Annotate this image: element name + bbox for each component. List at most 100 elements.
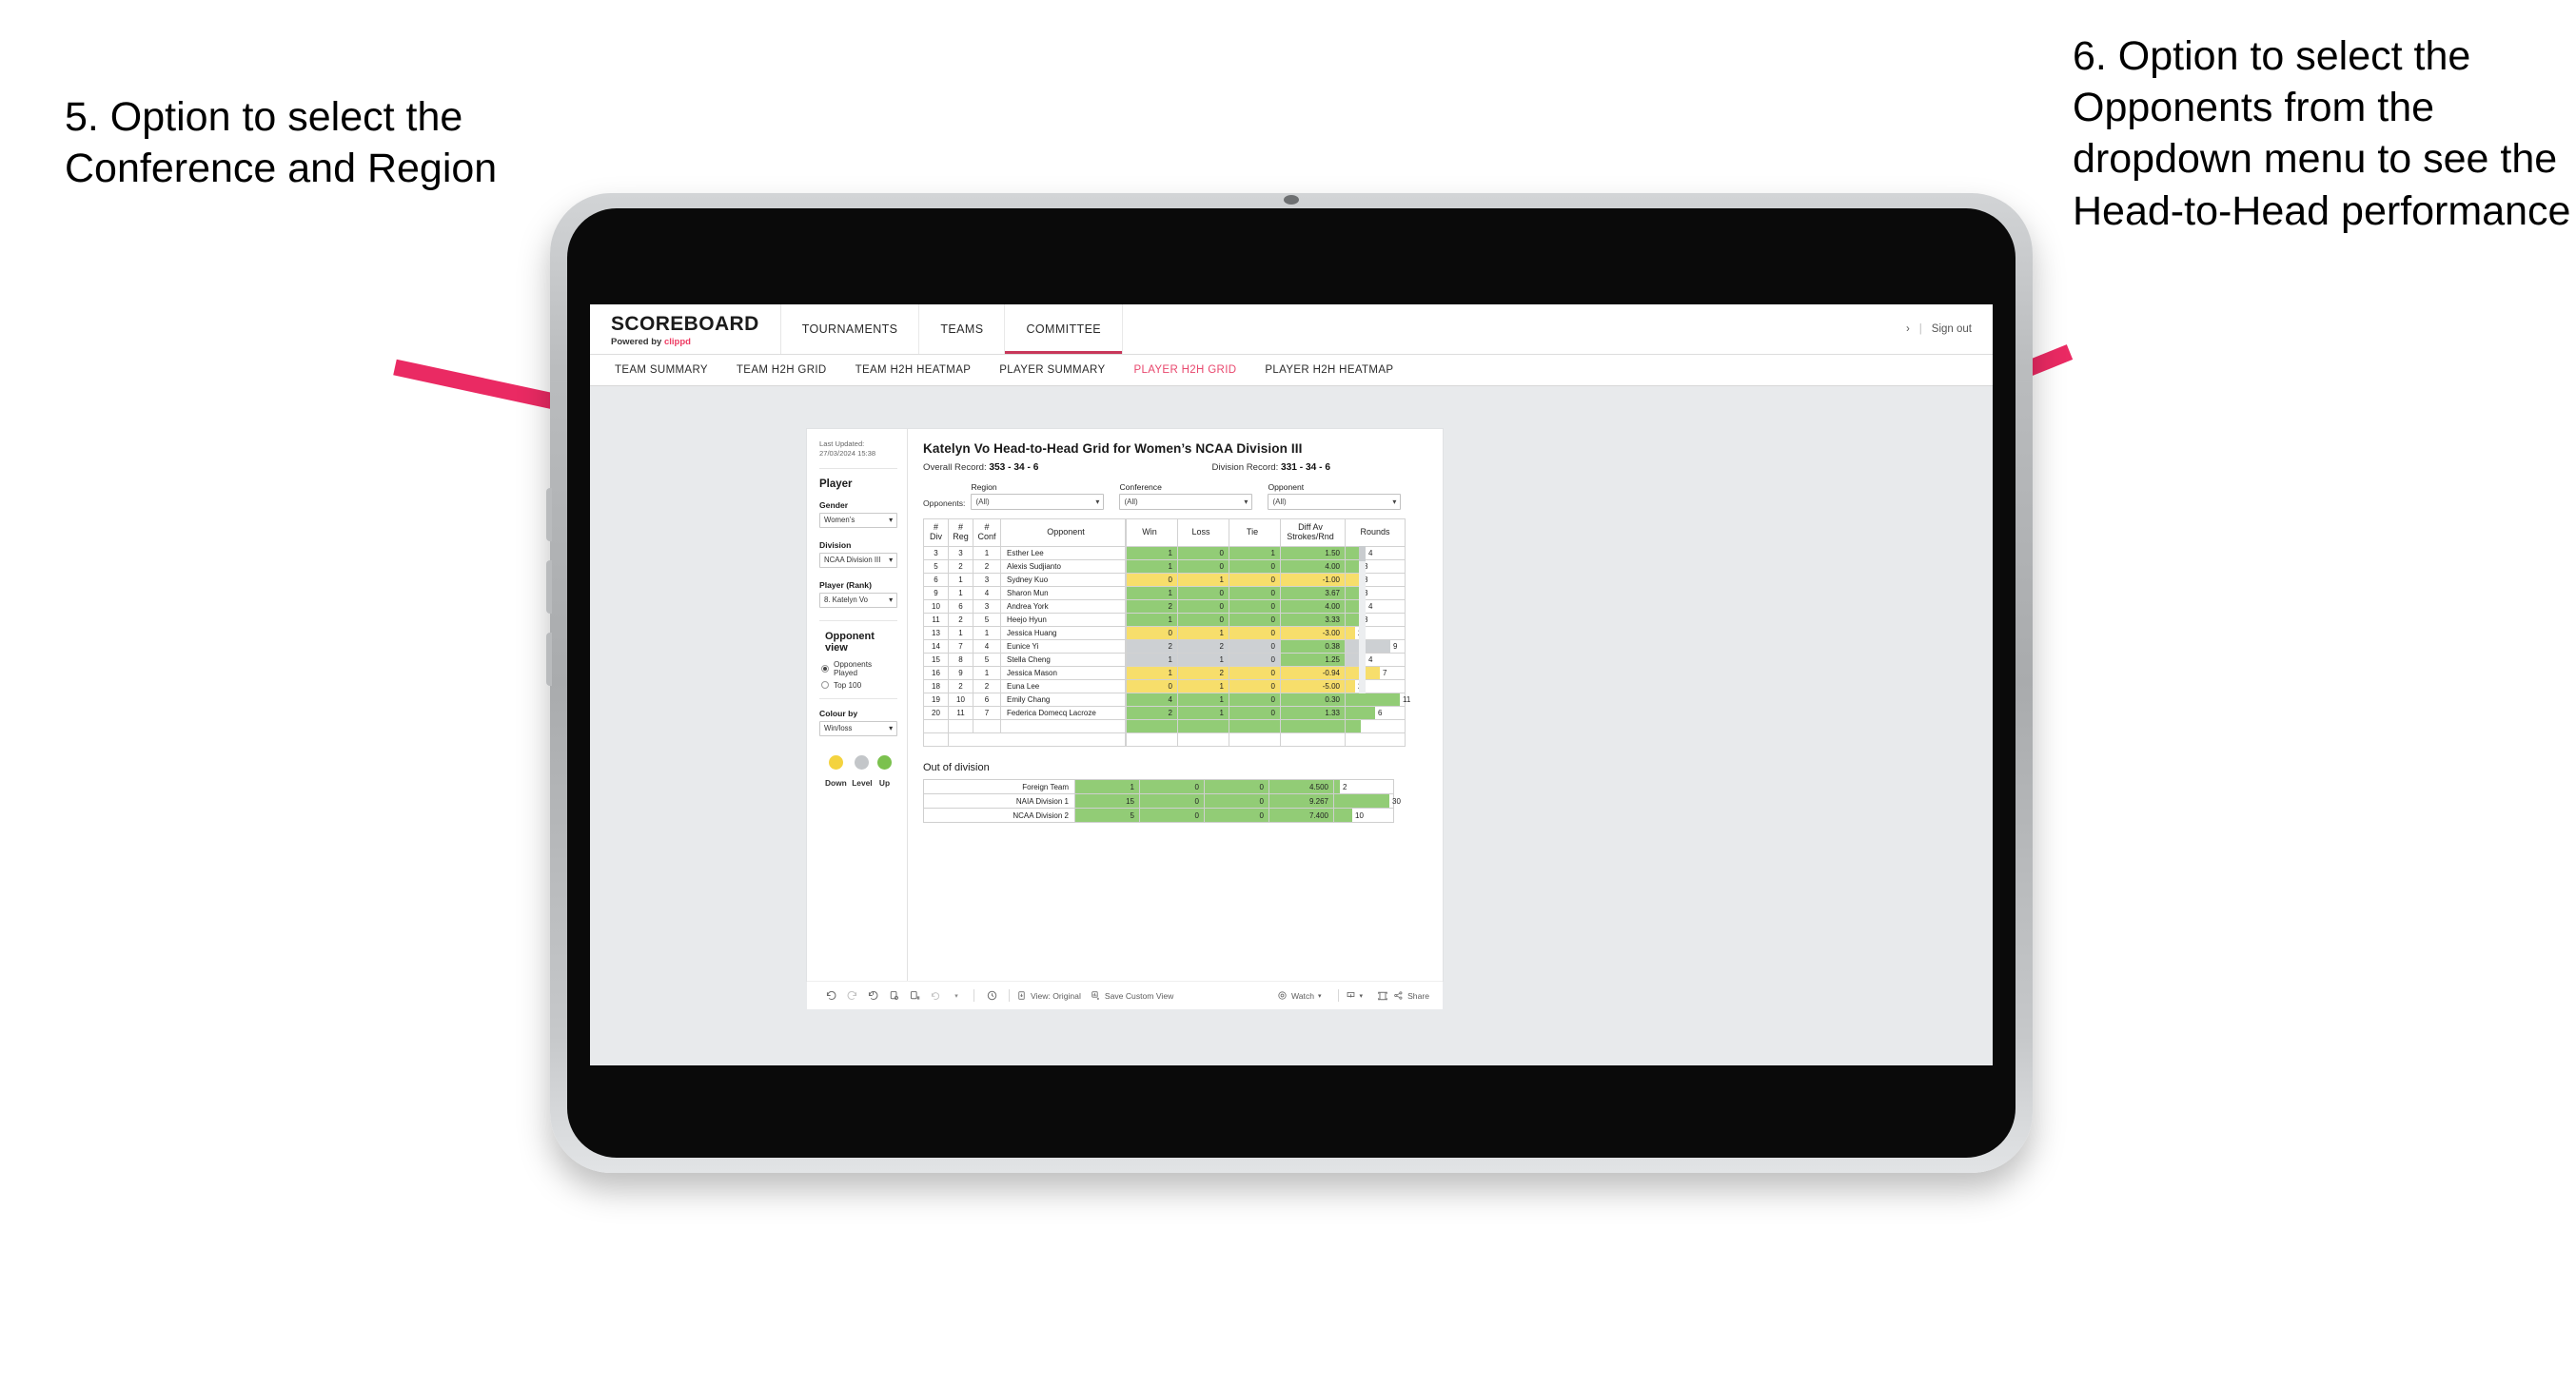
cell-reg: 6 [948, 599, 973, 614]
cell-blank [1177, 732, 1229, 747]
cell-reg: 11 [948, 706, 973, 720]
sign-out-link[interactable]: Sign out [1932, 323, 1972, 335]
save-icon [1091, 991, 1099, 1000]
sidebar-divider-1 [819, 467, 897, 469]
rounds-value: 7 [1383, 669, 1387, 677]
cell-diff: 1.33 [1280, 706, 1346, 720]
col-reg-l2: Reg [953, 532, 969, 541]
radio-top-100[interactable]: Top 100 [821, 681, 897, 690]
player-rank-value: 8. Katelyn Vo [824, 595, 868, 604]
watch-icon [1278, 991, 1287, 1000]
cell-rounds: 2 [1345, 679, 1406, 693]
tab-player-summary[interactable]: PLAYER SUMMARY [999, 364, 1105, 376]
overall-record-value: 353 - 34 - 6 [989, 462, 1039, 473]
cell-opponent: Eunice Yi [1000, 639, 1127, 654]
col-rounds-label: Rounds [1360, 527, 1390, 537]
cell-rounds: 2 [1345, 626, 1406, 640]
tab-player-h2h-heatmap[interactable]: PLAYER H2H HEATMAP [1265, 364, 1393, 376]
division-select[interactable]: NCAA Division III ▾ [819, 552, 897, 568]
gender-select[interactable]: Women’s ▾ [819, 512, 897, 528]
share-label: Share [1407, 990, 1429, 1001]
gender-value: Women’s [824, 516, 855, 524]
fullscreen-icon[interactable] [1372, 986, 1393, 1006]
radio-opponents-played[interactable]: Opponents Played [821, 660, 897, 677]
cell-win: 1 [1125, 653, 1178, 667]
nav-committee[interactable]: COMMITTEE [1005, 304, 1124, 354]
cell-reg: 7 [948, 639, 973, 654]
region-select[interactable]: (All) ▾ [971, 494, 1105, 510]
cell-win: 1 [1125, 613, 1178, 627]
tab-team-h2h-grid[interactable]: TEAM H2H GRID [737, 364, 827, 376]
nav-tournaments[interactable]: TOURNAMENTS [781, 304, 920, 354]
col-diff: Diff Av Strokes/Rnd [1280, 518, 1346, 547]
rounds-value: 4 [1368, 655, 1373, 664]
download-button[interactable]: ▾ [1346, 990, 1363, 1001]
cell-diff: 1.25 [1280, 653, 1346, 667]
h2h-grid-header-row: # Div # Reg # Conf Opponent Win Loss Tie Di… [923, 518, 1406, 547]
device-button-bottom [546, 633, 552, 686]
pause-icon[interactable] [904, 986, 925, 1006]
loop-icon[interactable] [925, 986, 946, 1006]
cell-div: 3 [923, 546, 949, 560]
opponent-select[interactable]: (All) ▾ [1268, 494, 1402, 510]
watch-button[interactable]: Watch ▾ [1277, 990, 1322, 1001]
tab-team-summary[interactable]: TEAM SUMMARY [615, 364, 708, 376]
cell-loss: 0 [1177, 559, 1229, 574]
table-row: 3 3 1 Esther Lee 1 0 1 1.50 4 [923, 546, 1406, 560]
cell-opponent: Sydney Kuo [1000, 573, 1127, 587]
cell-rounds [1345, 719, 1406, 733]
grid-scrollbar-thumb[interactable] [1359, 546, 1366, 561]
cell-reg: 2 [948, 679, 973, 693]
cell-opponent: Heejo Hyun [1000, 613, 1127, 627]
table-row: 10 6 3 Andrea York 2 0 0 4.00 4 [923, 599, 1406, 614]
view-original-button[interactable]: View: Original [1016, 990, 1081, 1001]
clock-icon[interactable] [981, 986, 1002, 1006]
legend-label-down: Down [825, 777, 847, 788]
cell-ood-rounds: 2 [1333, 779, 1394, 794]
refresh-icon[interactable] [883, 986, 904, 1006]
colour-by-select[interactable]: Win/loss ▾ [819, 720, 897, 736]
undo-icon[interactable] [820, 986, 841, 1006]
cell-win: 0 [1125, 626, 1178, 640]
save-custom-view-button[interactable]: Save Custom View [1091, 990, 1173, 1001]
tab-team-h2h-heatmap[interactable]: TEAM H2H HEATMAP [855, 364, 972, 376]
redo-icon[interactable] [841, 986, 862, 1006]
share-button[interactable]: Share [1393, 990, 1429, 1001]
header-right: › | Sign out [1906, 304, 1993, 354]
cell-opponent: Emily Chang [1000, 693, 1127, 707]
col-conf: # Conf [973, 518, 1001, 547]
cell-reg: 2 [948, 613, 973, 627]
col-opponent: Opponent [1000, 518, 1127, 547]
player-rank-select[interactable]: 8. Katelyn Vo ▾ [819, 592, 897, 608]
radio-opponents-played-label: Opponents Played [834, 659, 873, 677]
cell-reg: 2 [948, 559, 973, 574]
col-tie-label: Tie [1246, 527, 1259, 537]
page-title: Katelyn Vo Head-to-Head Grid for Women’s… [923, 441, 1303, 456]
cell-opponent: Alexis Sudjianto [1000, 559, 1127, 574]
cell-rounds: 3 [1345, 586, 1406, 600]
division-value: NCAA Division III [824, 556, 881, 564]
table-row: 14 7 4 Eunice Yi 2 2 0 0.38 9 [923, 639, 1406, 654]
grid-scrollbar[interactable] [1359, 546, 1366, 693]
loop-caret-icon[interactable]: ▾ [946, 986, 967, 1006]
cell-ood-diff: 4.500 [1268, 779, 1334, 794]
tab-player-h2h-grid[interactable]: PLAYER H2H GRID [1133, 364, 1236, 376]
nav-teams[interactable]: TEAMS [919, 304, 1006, 354]
conference-filter: Conference (All) ▾ [1119, 482, 1253, 510]
conference-select[interactable]: (All) ▾ [1119, 494, 1253, 510]
cell-div: 13 [923, 626, 949, 640]
cell-opponent [1000, 719, 1127, 733]
revert-icon[interactable] [862, 986, 883, 1006]
legend-down: Down [825, 754, 847, 788]
brand-logo[interactable]: SCOREBOARD Powered by clippd [590, 304, 781, 354]
brand-title: SCOREBOARD [611, 312, 759, 335]
chevron-right-icon[interactable]: › [1906, 323, 1910, 335]
cell-div: 15 [923, 653, 949, 667]
toolbar-right: Watch ▾ ▾ Share [1277, 986, 1429, 1006]
cell-conf [973, 719, 1001, 733]
dashboard-card: Last Updated: 27/03/2024 15:38 Player Ge… [807, 429, 1443, 981]
table-row: 11 2 5 Heejo Hyun 1 0 0 3.33 3 [923, 613, 1406, 627]
table-row: 20 11 7 Federica Domecq Lacroze 2 1 0 1.33 6 [923, 706, 1406, 720]
cell-div: 5 [923, 559, 949, 574]
legend-level: Level [852, 754, 873, 788]
